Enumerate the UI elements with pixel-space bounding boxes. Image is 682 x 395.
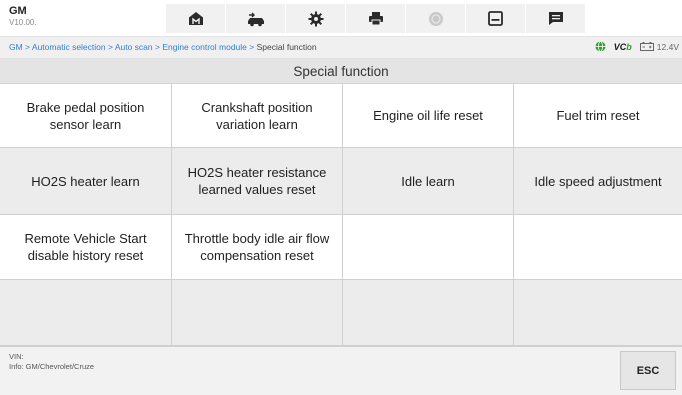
function-fuel-trim-reset[interactable]: Fuel trim reset: [514, 84, 682, 148]
empty-grid-cell: [514, 280, 682, 346]
footer-bar: VIN: Info: GM/Chevrolet/Cruze ESC: [0, 346, 682, 395]
message-button[interactable]: [526, 4, 586, 33]
settings-button[interactable]: [286, 4, 346, 33]
empty-grid-cell: [514, 215, 682, 280]
function-grid: Brake pedal position sensor learn Cranks…: [0, 84, 682, 346]
print-icon: [368, 12, 383, 26]
empty-grid-cell: [172, 280, 343, 346]
vci-status-suffix: b: [626, 41, 632, 52]
vin-label: VIN:: [9, 352, 24, 361]
status-area: VCb 12.4V: [595, 41, 679, 52]
breadcrumb-bar: GM > Automatic selection > Auto scan > E…: [0, 37, 682, 59]
breadcrumb[interactable]: GM > Automatic selection > Auto scan > E…: [9, 42, 317, 52]
function-engine-oil-life-reset[interactable]: Engine oil life reset: [343, 84, 514, 148]
app-brand: GM V10.00.: [9, 5, 37, 28]
home-button[interactable]: [166, 4, 226, 33]
function-ho2s-heater-resistance-reset[interactable]: HO2S heater resistance learned values re…: [172, 148, 343, 215]
home-icon: [188, 12, 203, 25]
settings-gear-icon: [308, 11, 323, 26]
vehicle-info-text: Info: GM/Chevrolet/Cruze: [9, 362, 95, 371]
vci-status: VCb: [614, 42, 632, 52]
battery-icon: [639, 42, 654, 51]
vehicle-swap-icon: [247, 12, 264, 26]
page-title: Special function: [0, 59, 682, 84]
function-ho2s-heater-learn[interactable]: HO2S heater learn: [0, 148, 172, 215]
voltage-value: 12.4V: [656, 41, 679, 52]
help-icon: [428, 11, 443, 26]
app-version: V10.00.: [9, 18, 37, 27]
save-icon: [488, 11, 503, 26]
function-crankshaft-position-variation-learn[interactable]: Crankshaft position variation learn: [172, 84, 343, 148]
function-throttle-body-idle-air-flow-compensation-reset[interactable]: Throttle body idle air flow compensation…: [172, 215, 343, 280]
battery-voltage: 12.4V: [639, 41, 679, 52]
empty-grid-cell: [343, 280, 514, 346]
vehicle-swap-button[interactable]: [226, 4, 286, 33]
save-button[interactable]: [466, 4, 526, 33]
brand-name: GM: [9, 5, 27, 17]
network-globe-icon: [595, 41, 606, 52]
breadcrumb-path[interactable]: GM > Automatic selection > Auto scan > E…: [9, 42, 257, 52]
print-button[interactable]: [346, 4, 406, 33]
esc-button[interactable]: ESC: [620, 351, 676, 390]
function-idle-speed-adjustment[interactable]: Idle speed adjustment: [514, 148, 682, 215]
breadcrumb-current: Special function: [256, 42, 317, 52]
function-idle-learn[interactable]: Idle learn: [343, 148, 514, 215]
function-remote-vehicle-start-disable-history-reset[interactable]: Remote Vehicle Start disable history res…: [0, 215, 172, 280]
top-toolbar: GM V10.00.: [0, 0, 682, 37]
vci-status-text: VC: [613, 41, 627, 52]
empty-grid-cell: [0, 280, 172, 346]
function-brake-pedal-position-sensor-learn[interactable]: Brake pedal position sensor learn: [0, 84, 172, 148]
help-button[interactable]: [406, 4, 466, 33]
message-icon: [548, 12, 563, 25]
vehicle-info: VIN: Info: GM/Chevrolet/Cruze: [9, 352, 94, 372]
empty-grid-cell: [343, 215, 514, 280]
